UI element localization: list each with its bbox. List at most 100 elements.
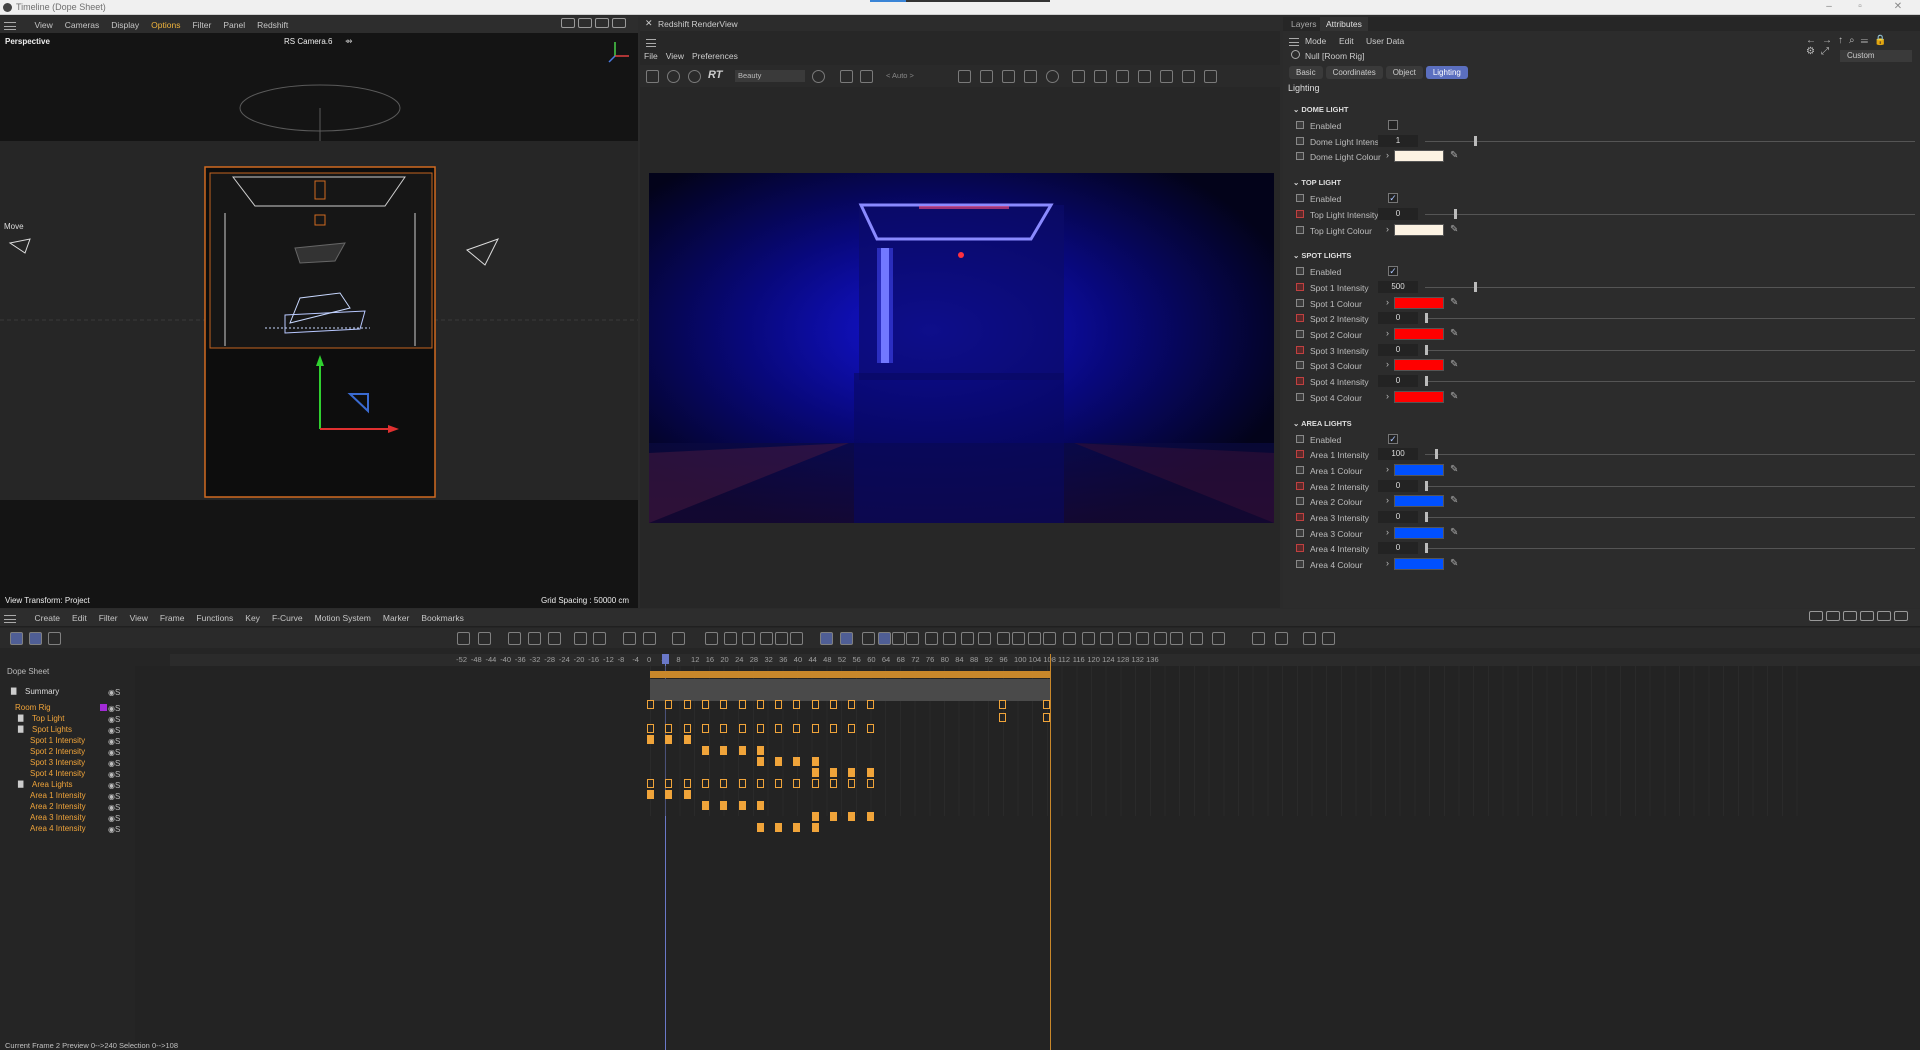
tool-icon-2[interactable] [48, 632, 61, 645]
viewport-nav-icons[interactable] [552, 16, 632, 34]
close-icon[interactable]: ✕ [1886, 1, 1910, 14]
keyframe-toggle-icon[interactable] [1296, 194, 1304, 203]
slider-track[interactable] [1425, 318, 1915, 320]
keyframe[interactable] [866, 724, 874, 733]
expand-arrow-icon[interactable]: › [1386, 558, 1389, 568]
keyframe-toggle-icon[interactable] [1296, 361, 1304, 370]
slider-handle[interactable] [1454, 208, 1457, 219]
eyedropper-icon[interactable]: ✎ [1450, 297, 1460, 309]
keyframe[interactable] [738, 801, 746, 810]
keyframe[interactable] [793, 757, 801, 766]
minimize-icon[interactable]: – [1817, 1, 1841, 14]
keyframe-toggle-icon[interactable] [1296, 314, 1304, 323]
keyframe[interactable] [683, 779, 691, 788]
room-rig-range-bar[interactable] [650, 679, 1051, 701]
keyframe[interactable] [756, 746, 764, 755]
keyframe[interactable] [683, 724, 691, 733]
keyframe[interactable] [683, 700, 691, 709]
keyframe[interactable] [775, 700, 783, 709]
keyframe-toggle-icon[interactable] [1296, 209, 1304, 218]
tool-icon-18[interactable] [790, 632, 803, 645]
keyframe[interactable] [756, 823, 764, 832]
tool-icon-27[interactable] [961, 632, 974, 645]
value-field[interactable]: 0 [1378, 207, 1418, 220]
menu-view[interactable]: View [29, 16, 59, 34]
keyframe[interactable] [775, 779, 783, 788]
menu-key[interactable]: Key [239, 609, 266, 627]
tool-icon-36[interactable] [1118, 632, 1131, 645]
playhead-handle[interactable] [661, 654, 669, 664]
color-swatch[interactable] [1394, 359, 1444, 372]
keyframe-toggle-icon[interactable] [1296, 560, 1304, 569]
expand-arrow-icon[interactable]: › [1386, 359, 1389, 369]
keyframe[interactable] [1043, 713, 1051, 722]
tool-icon-30[interactable] [1012, 632, 1025, 645]
eyedropper-icon[interactable]: ✎ [1450, 150, 1460, 162]
value-field[interactable]: 500 [1378, 280, 1418, 293]
frame-ruler[interactable]: -52-48-44-40-36-32-28-24-20-16-12-8-4048… [170, 654, 1920, 666]
tool-icon-38[interactable] [1154, 632, 1167, 645]
color-swatch[interactable] [1394, 296, 1444, 309]
tool-icon-9[interactable] [593, 632, 606, 645]
menu-bookmarks[interactable]: Bookmarks [415, 609, 470, 627]
keyframe[interactable] [848, 700, 856, 709]
keyframe[interactable] [830, 779, 837, 788]
keyframe[interactable] [756, 757, 764, 766]
keyframe[interactable] [738, 746, 746, 755]
menu-panel[interactable]: Panel [217, 16, 251, 34]
tree-row-top-light[interactable]: ▇ Top Light ◉S [0, 713, 135, 724]
tool-icon-37[interactable] [1136, 632, 1149, 645]
keyframe[interactable] [999, 713, 1007, 722]
tool-icon-22[interactable] [878, 632, 891, 645]
keyframe[interactable] [738, 700, 746, 709]
keyframe[interactable] [647, 700, 654, 709]
slider-handle[interactable] [1425, 376, 1428, 387]
tool-icon-15[interactable] [742, 632, 755, 645]
keyframe[interactable] [701, 779, 709, 788]
tool-icon-12[interactable] [672, 632, 685, 645]
keyframe[interactable] [647, 735, 654, 744]
snowflake-icon[interactable] [1002, 70, 1015, 83]
render-image[interactable] [649, 173, 1274, 523]
slider-handle[interactable] [1425, 480, 1428, 491]
menu-motion-system[interactable]: Motion System [309, 609, 377, 627]
keyframe-toggle-icon[interactable] [1296, 513, 1304, 521]
keyframe[interactable] [683, 790, 691, 799]
keyframe[interactable] [665, 790, 673, 799]
tool-icon-28[interactable] [978, 632, 991, 645]
tool-icon-41[interactable] [1212, 632, 1225, 645]
visibility-icon[interactable]: ◉S [108, 687, 120, 698]
menu-filter[interactable]: Filter [186, 16, 217, 34]
keyframe-toggle-icon[interactable] [1296, 282, 1304, 291]
expand-arrow-icon[interactable]: › [1386, 495, 1389, 505]
value-field[interactable]: 0 [1378, 542, 1418, 555]
rgb-icon[interactable] [812, 70, 825, 83]
keyframe[interactable] [811, 779, 819, 788]
keyframe-toggle-icon[interactable] [1296, 544, 1304, 553]
expand-icon[interactable] [1116, 70, 1129, 83]
tool-icon-42[interactable] [1252, 632, 1265, 645]
tool-icon-1[interactable] [29, 632, 42, 645]
aov-select[interactable]: Beauty [735, 70, 805, 82]
rt-toggle[interactable]: RT [708, 69, 722, 81]
color-swatch[interactable] [1394, 526, 1444, 539]
keyframe[interactable] [775, 757, 783, 766]
lock-icon[interactable] [958, 70, 971, 83]
slider-track[interactable] [1425, 349, 1915, 351]
expand-arrow-icon[interactable]: › [1386, 391, 1389, 401]
keyframe[interactable] [647, 779, 654, 788]
tool-icon-24[interactable] [906, 632, 919, 645]
keyframe-toggle-icon[interactable] [1296, 434, 1304, 443]
enabled-checkbox[interactable]: ✓ [1388, 266, 1398, 277]
tool-icon-40[interactable] [1190, 632, 1203, 645]
tool-icon-5[interactable] [508, 632, 521, 645]
keyframe[interactable] [720, 746, 728, 755]
tool-icon-7[interactable] [548, 632, 561, 645]
keyframe-toggle-icon[interactable] [1296, 267, 1304, 276]
menu-redshift[interactable]: Redshift [251, 16, 294, 34]
dopesheet-tracks[interactable] [135, 654, 1920, 1050]
grid-icon[interactable] [840, 70, 853, 83]
slider-track[interactable] [1425, 454, 1915, 456]
eyedropper-icon[interactable]: ✎ [1450, 527, 1460, 539]
slider-track[interactable] [1425, 286, 1915, 288]
